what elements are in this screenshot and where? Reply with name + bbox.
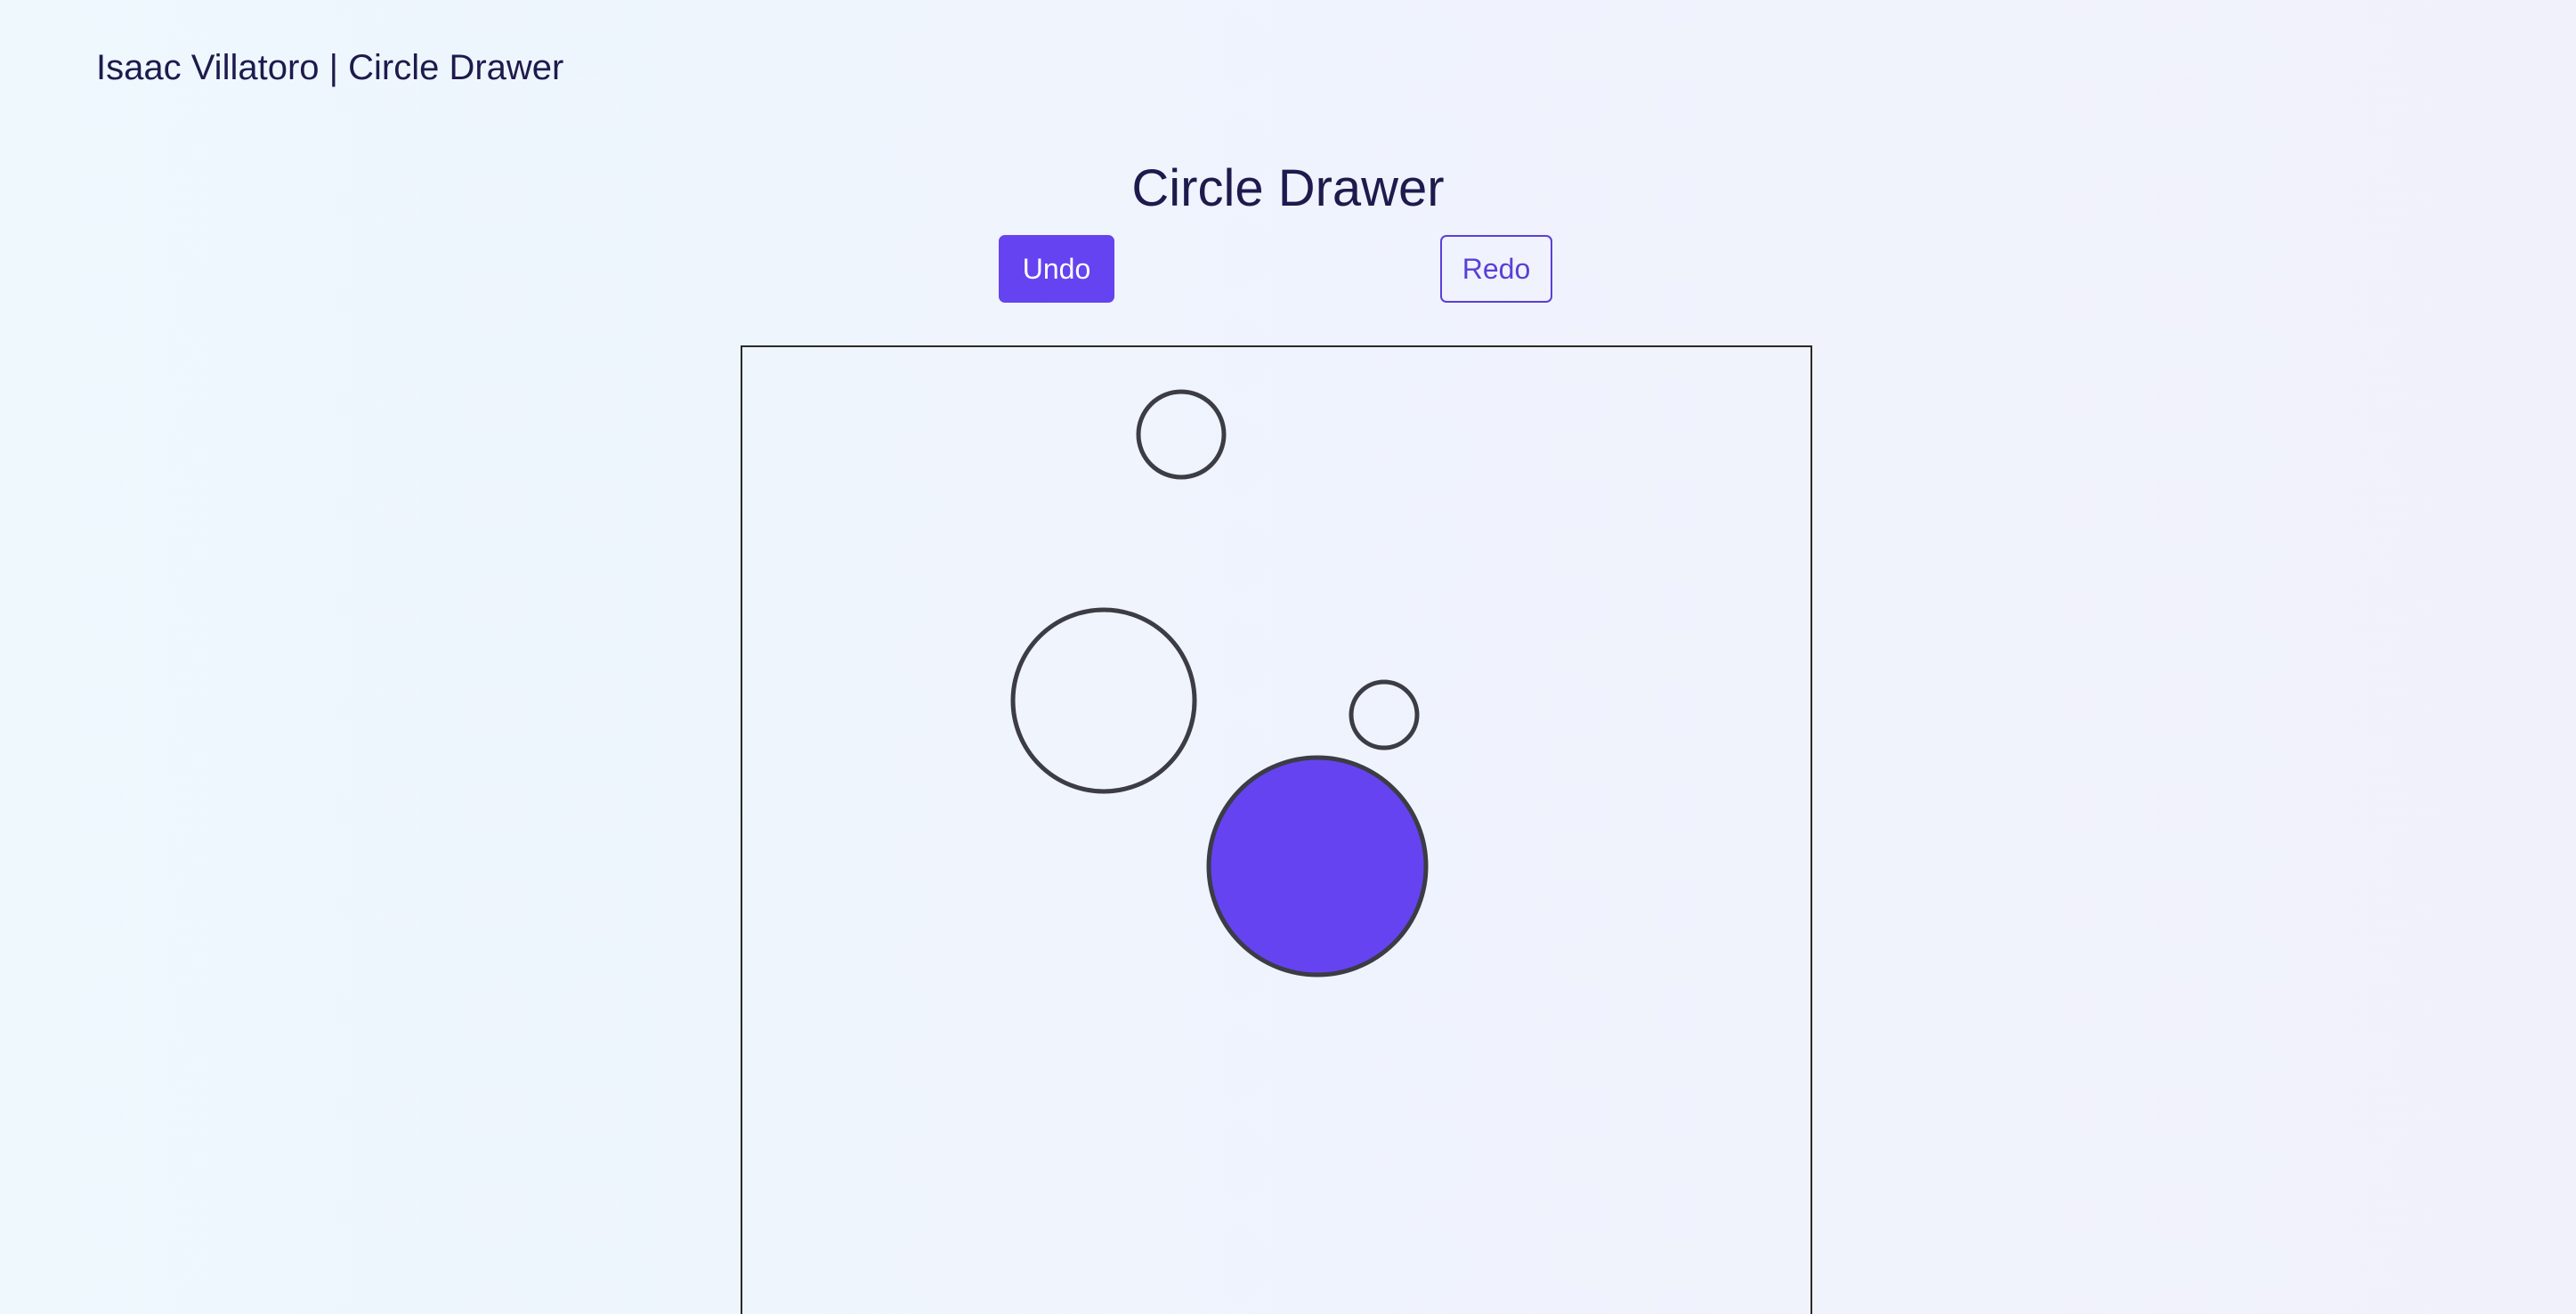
circle[interactable] [1010, 607, 1197, 794]
circle-selected[interactable] [1206, 755, 1429, 977]
page-title: Circle Drawer [1131, 159, 1445, 217]
circle[interactable] [1136, 389, 1227, 480]
circle[interactable] [1349, 679, 1420, 750]
site-title: Isaac Villatoro | Circle Drawer [96, 48, 564, 87]
drawing-canvas[interactable] [741, 345, 1812, 1314]
redo-button[interactable]: Redo [1440, 235, 1552, 303]
undo-button[interactable]: Undo [999, 235, 1114, 303]
